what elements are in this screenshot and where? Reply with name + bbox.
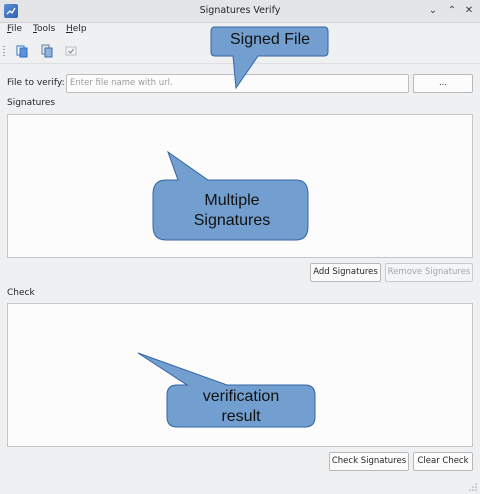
check-label: Check (7, 288, 35, 298)
title-bar: Signatures Verify ⌄ ⌃ ✕ (0, 0, 480, 23)
remove-signatures-button[interactable]: Remove Signatures (385, 263, 473, 282)
file-label: File to verify: (7, 78, 65, 88)
signed-file-callout-text: Signed File (229, 31, 311, 48)
check-icon[interactable] (63, 43, 79, 59)
resize-grip-icon[interactable] (466, 480, 478, 492)
open-file-icon[interactable] (14, 43, 30, 59)
minimize-icon[interactable]: ⌄ (425, 3, 441, 19)
menu-help[interactable]: Help (66, 24, 87, 34)
window-title: Signatures Verify (199, 5, 281, 16)
toolbar-grip[interactable] (3, 46, 5, 58)
signatures-label: Signatures (7, 98, 56, 108)
clear-check-button[interactable]: Clear Check (413, 452, 473, 471)
close-icon[interactable]: ✕ (461, 3, 477, 19)
file-placeholder: Enter file name with url. (70, 78, 173, 88)
add-signatures-button[interactable]: Add Signatures (310, 263, 381, 282)
verification-result-callout-text: verification result (202, 388, 280, 425)
menu-tools[interactable]: Tools (33, 24, 55, 34)
check-signatures-button[interactable]: Check Signatures (329, 452, 409, 471)
menu-file[interactable]: File (7, 24, 22, 34)
maximize-icon[interactable]: ⌃ (444, 3, 460, 19)
browse-button[interactable]: ... (413, 74, 473, 93)
multiple-signatures-callout-text: Multiple Signatures (193, 192, 271, 229)
copy-icon[interactable] (39, 43, 55, 59)
